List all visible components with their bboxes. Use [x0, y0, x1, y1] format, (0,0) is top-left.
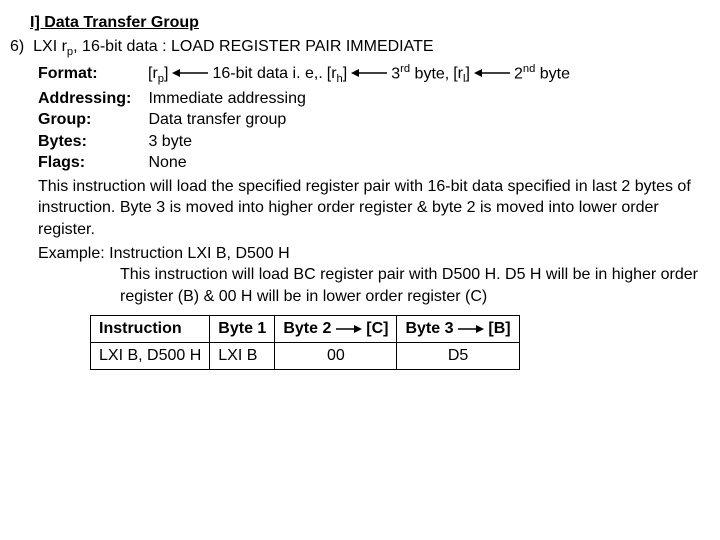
mnemonic-rest: , 16-bit data :	[73, 38, 166, 55]
col-byte2: Byte 2 [C]	[275, 316, 397, 343]
post: byte	[535, 65, 570, 82]
cell-instruction: LXI B, D500 H	[91, 343, 210, 370]
arrow-left-icon	[474, 68, 510, 78]
group-row: Group: Data transfer group	[38, 109, 710, 131]
arrow-left-icon	[351, 68, 387, 78]
addressing-row: Addressing: Immediate addressing	[38, 88, 710, 110]
format-byte3: 3rd byte,	[391, 62, 449, 85]
arrow-right-icon	[336, 324, 362, 334]
col-byte1: Byte 1	[210, 316, 275, 343]
flags-row: Flags: None	[38, 152, 710, 174]
table-header-row: Instruction Byte 1 Byte 2 [C] Byte 3 [B]	[91, 316, 520, 343]
example-label: Example:	[38, 245, 105, 262]
cell-byte1: LXI B	[210, 343, 275, 370]
format-label: Format:	[38, 63, 144, 85]
example-description: This instruction will load BC register p…	[120, 264, 710, 307]
example-line: Example: Instruction LXI B, D500 H	[38, 243, 710, 265]
post: byte,	[410, 65, 449, 82]
mnemonic-desc: LOAD REGISTER PAIR IMMEDIATE	[171, 38, 434, 55]
addressing-label: Addressing:	[38, 88, 144, 110]
bracket-close: ]	[343, 65, 347, 82]
bytes-value: 3 byte	[148, 133, 192, 150]
cell-byte2: 00	[275, 343, 397, 370]
addressing-value: Immediate addressing	[148, 90, 305, 107]
format-row: Format: [rp] 16-bit data i. e,. [rh] 3rd…	[38, 62, 710, 88]
example-instruction: Instruction LXI B, D500 H	[109, 245, 290, 262]
format-mid: 16-bit data i. e,.	[212, 63, 322, 85]
format-rh: [rh]	[327, 63, 347, 87]
bracket-close: ]	[466, 65, 470, 82]
table-row: LXI B, D500 H LXI B 00 D5	[91, 343, 520, 370]
byte2-label: Byte 2	[283, 320, 331, 337]
item-number: 6)	[10, 38, 24, 55]
format-byte2: 2nd byte	[514, 62, 570, 85]
col-byte3: Byte 3 [B]	[397, 316, 519, 343]
bracket-open: [r	[148, 65, 158, 82]
group-value: Data transfer group	[148, 111, 286, 128]
col-instruction: Instruction	[91, 316, 210, 343]
arrow-right-icon	[458, 324, 484, 334]
format-rp: [rp]	[148, 63, 168, 87]
cell-byte3: D5	[397, 343, 519, 370]
description-text: This instruction will load the specified…	[38, 176, 710, 241]
num: 2	[514, 65, 523, 82]
bytes-row: Bytes: 3 byte	[38, 131, 710, 153]
section-title: I] Data Transfer Group	[30, 12, 710, 34]
bracket-open: [r	[453, 65, 463, 82]
group-label: Group:	[38, 109, 144, 131]
reg-c: [C]	[366, 320, 388, 337]
byte3-label: Byte 3	[405, 320, 453, 337]
sup: nd	[523, 63, 535, 75]
num: 3	[391, 65, 400, 82]
flags-value: None	[148, 154, 186, 171]
mnemonic-prefix: LXI r	[33, 38, 67, 55]
instruction-table: Instruction Byte 1 Byte 2 [C] Byte 3 [B]…	[90, 315, 520, 369]
bytes-label: Bytes:	[38, 131, 144, 153]
flags-label: Flags:	[38, 152, 144, 174]
instruction-heading: 6) LXI rp, 16-bit data : LOAD REGISTER P…	[10, 36, 710, 60]
bracket-open: [r	[327, 65, 337, 82]
format-rl: [rl]	[453, 63, 470, 87]
reg-b: [B]	[488, 320, 510, 337]
arrow-left-icon	[172, 68, 208, 78]
sup: rd	[400, 63, 410, 75]
bracket-close: ]	[164, 65, 168, 82]
